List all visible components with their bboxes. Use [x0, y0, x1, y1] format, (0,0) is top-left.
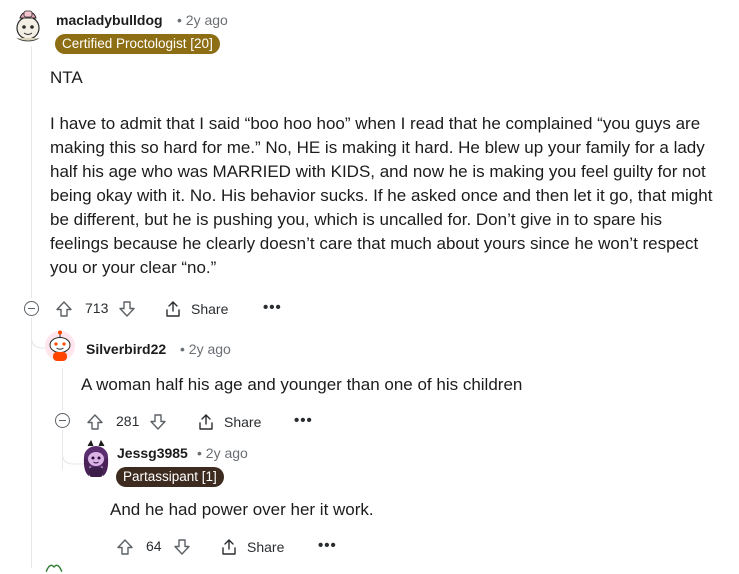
timestamp[interactable]: • 2y ago [177, 12, 228, 28]
timestamp[interactable]: • 2y ago [180, 341, 231, 357]
downvote-arrow-icon [174, 539, 190, 555]
downvote-arrow-icon [150, 414, 166, 430]
share-icon [199, 414, 213, 430]
user-flair: Certified Proctologist [20] [55, 34, 220, 54]
timestamp[interactable]: • 2y ago [197, 445, 248, 461]
collapse-thread-button[interactable] [55, 413, 70, 428]
vote-count: 281 [116, 413, 140, 429]
snoo-avatar-icon [45, 564, 63, 573]
share-icon [222, 539, 236, 555]
user-flair: Partassipant [1] [116, 467, 224, 487]
share-label: Share [224, 414, 262, 430]
upvote-button[interactable] [116, 536, 134, 558]
upvote-arrow-icon [117, 539, 133, 555]
thread-line-1[interactable] [31, 46, 32, 298]
more-options-button[interactable]: ••• [294, 412, 313, 429]
comment-body: And he had power over her it work. [110, 500, 374, 519]
share-label: Share [191, 301, 229, 317]
username[interactable]: Jessg3985 [117, 445, 188, 461]
username[interactable]: macladybulldog [56, 12, 163, 28]
downvote-button[interactable] [173, 536, 191, 558]
share-icon [166, 301, 180, 317]
snoo-avatar-icon [45, 330, 75, 361]
more-options-button[interactable]: ••• [263, 299, 282, 316]
avatar-jessg3985[interactable] [80, 440, 112, 478]
downvote-button[interactable] [118, 298, 136, 320]
upvote-button[interactable] [55, 298, 73, 320]
upvote-button[interactable] [86, 411, 104, 433]
snoo-avatar-icon [83, 440, 109, 477]
thread-line-2[interactable] [62, 368, 63, 410]
avatar-silverbird22[interactable] [44, 330, 76, 362]
share-button[interactable]: Share [197, 411, 261, 433]
more-options-button[interactable]: ••• [318, 537, 337, 554]
vote-count: 64 [146, 538, 162, 554]
downvote-button[interactable] [149, 411, 167, 433]
upvote-arrow-icon [56, 301, 72, 317]
next-comment-avatar[interactable] [44, 562, 64, 574]
comment-body: A woman half his age and younger than on… [81, 375, 523, 394]
upvote-arrow-icon [87, 414, 103, 430]
share-label: Share [247, 539, 285, 555]
thread-line-1-continued[interactable] [31, 318, 32, 568]
vote-count: 713 [85, 300, 109, 316]
comment-body-paragraph-1: NTA [50, 68, 83, 87]
snoo-avatar-icon [15, 10, 41, 42]
share-button[interactable]: Share [220, 536, 284, 558]
username[interactable]: Silverbird22 [86, 341, 166, 357]
share-button[interactable]: Share [164, 298, 228, 320]
comment-body-paragraph-2: I have to admit that I said “boo hoo hoo… [50, 114, 713, 277]
collapse-thread-button[interactable] [24, 301, 39, 316]
avatar-macladybulldog[interactable] [10, 6, 46, 42]
downvote-arrow-icon [119, 301, 135, 317]
